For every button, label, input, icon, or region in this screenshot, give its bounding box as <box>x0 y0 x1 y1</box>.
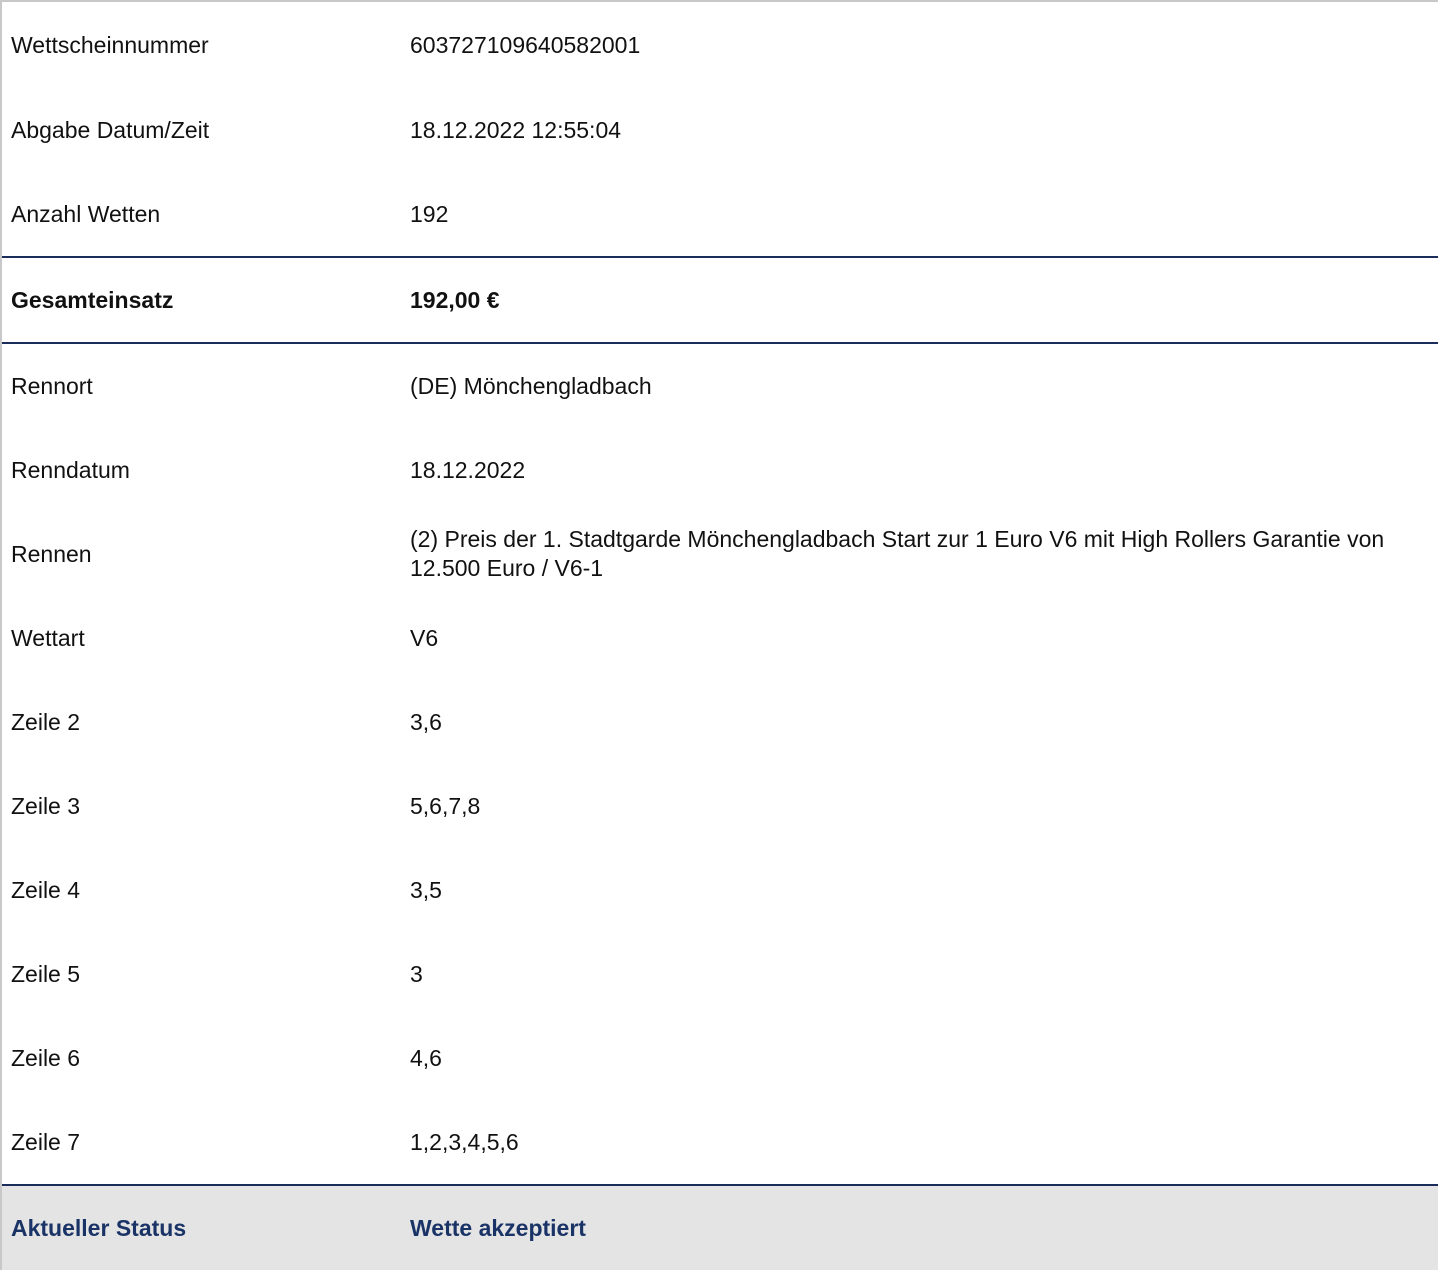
status-label: Aktueller Status <box>11 1214 187 1241</box>
row-value: 603727109640582001 <box>410 31 641 58</box>
row-wettscheinnummer: Wettscheinnummer 603727109640582001 <box>2 2 1438 88</box>
row-value: 18.12.2022 12:55:04 <box>410 116 622 143</box>
row-label: Abgabe Datum/Zeit <box>11 116 210 143</box>
row-abgabe-datum-zeit: Abgabe Datum/Zeit 18.12.2022 12:55:04 <box>2 88 1438 172</box>
row-wettart: Wettart V6 <box>2 596 1438 680</box>
row-value: 5,6,7,8 <box>410 792 481 819</box>
row-label: Renndatum <box>11 456 130 483</box>
row-value: (2) Preis der 1. Stadtgarde Mönchengladb… <box>410 526 1385 581</box>
row-value: 3,5 <box>410 876 442 903</box>
row-value: 3 <box>410 960 423 987</box>
row-value: V6 <box>410 624 439 651</box>
row-label: Rennort <box>11 372 93 399</box>
row-value: (DE) Mönchengladbach <box>410 372 652 399</box>
row-renndatum: Renndatum 18.12.2022 <box>2 428 1438 512</box>
total-label: Gesamteinsatz <box>11 286 174 313</box>
row-label: Zeile 7 <box>11 1128 81 1155</box>
row-zeile-7: Zeile 7 1,2,3,4,5,6 <box>2 1100 1438 1184</box>
row-aktueller-status: Aktueller Status Wette akzeptiert <box>2 1186 1438 1270</box>
row-rennen: Rennen (2) Preis der 1. Stadtgarde Mönch… <box>2 512 1438 596</box>
status-value: Wette akzeptiert <box>410 1214 586 1241</box>
row-label: Wettscheinnummer <box>11 31 209 58</box>
total-value: 192,00 € <box>410 286 500 313</box>
row-zeile-4: Zeile 4 3,5 <box>2 848 1438 932</box>
row-value: 3,6 <box>410 708 442 735</box>
row-label: Wettart <box>11 624 85 651</box>
row-label: Zeile 5 <box>11 960 81 987</box>
row-label: Rennen <box>11 540 92 567</box>
row-anzahl-wetten: Anzahl Wetten 192 <box>2 172 1438 256</box>
row-value: 192 <box>410 200 449 227</box>
row-zeile-6: Zeile 6 4,6 <box>2 1016 1438 1100</box>
row-label: Zeile 6 <box>11 1044 81 1071</box>
row-value: 4,6 <box>410 1044 442 1071</box>
row-label: Zeile 2 <box>11 708 81 735</box>
row-label: Zeile 3 <box>11 792 81 819</box>
row-zeile-2: Zeile 2 3,6 <box>2 680 1438 764</box>
row-gesamteinsatz: Gesamteinsatz 192,00 € <box>2 258 1438 342</box>
row-value: 18.12.2022 <box>410 456 526 483</box>
row-zeile-3: Zeile 3 5,6,7,8 <box>2 764 1438 848</box>
row-rennort: Rennort (DE) Mönchengladbach <box>2 344 1438 428</box>
row-label: Anzahl Wetten <box>11 200 161 227</box>
row-label: Zeile 4 <box>11 876 81 903</box>
row-value: 1,2,3,4,5,6 <box>410 1128 519 1155</box>
row-zeile-5: Zeile 5 3 <box>2 932 1438 1016</box>
bet-ticket-details: Wettscheinnummer 603727109640582001 Abga… <box>0 0 1438 1270</box>
